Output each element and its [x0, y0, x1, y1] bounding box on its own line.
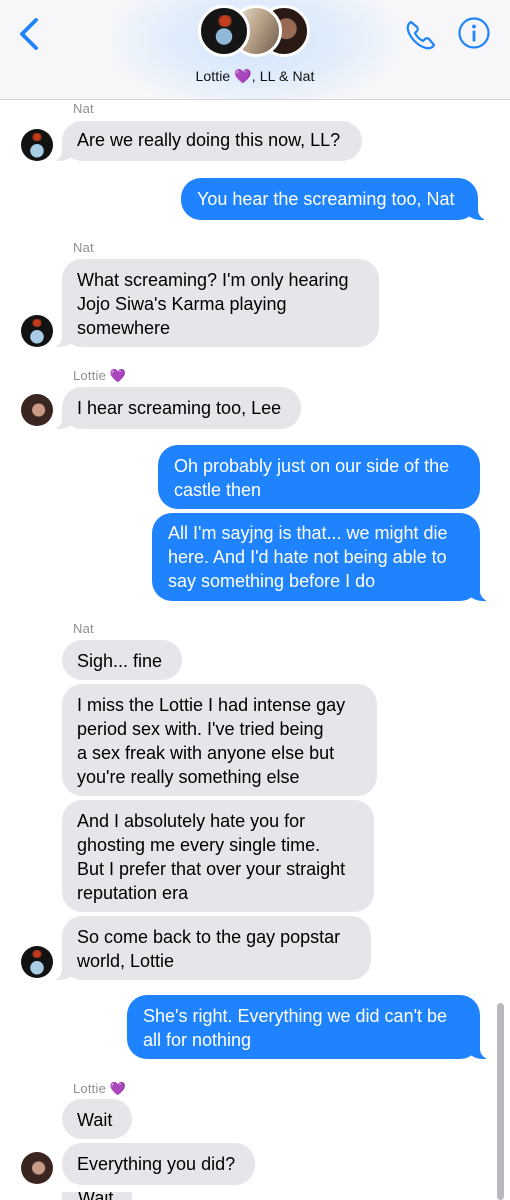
message-bubble[interactable]: What screaming? I'm only hearing Jojo Si…	[52, 259, 379, 347]
scrollbar[interactable]	[497, 1003, 504, 1200]
avatar	[198, 5, 250, 57]
sender-name: Nat	[73, 621, 94, 636]
avatar[interactable]	[21, 394, 53, 426]
sender-name: Nat	[73, 240, 94, 255]
avatar[interactable]	[21, 946, 53, 978]
avatar[interactable]	[21, 1152, 53, 1184]
message-thread[interactable]: Nat Are we really doing this now, LL? Yo…	[0, 0, 510, 1200]
avatar[interactable]	[21, 315, 53, 347]
message-bubble[interactable]: Wait	[62, 1099, 132, 1139]
sender-name: Lottie 💜	[73, 368, 127, 383]
message-bubble[interactable]: I miss the Lottie I had intense gay peri…	[62, 684, 377, 796]
message-bubble[interactable]: So come back to the gay popstar world, L…	[52, 916, 371, 980]
avatar[interactable]	[21, 129, 53, 161]
message-bubble[interactable]: You hear the screaming too, Nat	[181, 178, 488, 220]
message-bubble[interactable]: Oh probably just on our side of the cast…	[158, 445, 480, 509]
message-text: Wait	[78, 1192, 113, 1200]
message-bubble[interactable]: All I'm sayjng is that... we might die h…	[152, 513, 490, 601]
message-bubble[interactable]: Sigh... fine	[62, 640, 182, 680]
sender-name: Nat	[73, 101, 94, 116]
message-bubble[interactable]: She's right. Everything we did can't be …	[127, 995, 490, 1059]
message-bubble[interactable]: Are we really doing this now, LL?	[52, 121, 362, 161]
message-bubble[interactable]: Wait	[62, 1192, 132, 1200]
message-bubble[interactable]: And I absolutely hate you for ghosting m…	[62, 800, 374, 912]
group-avatar-stack[interactable]	[198, 3, 312, 61]
message-bubble[interactable]: Everything you did?	[62, 1143, 255, 1185]
sender-name: Lottie 💜	[73, 1081, 127, 1096]
message-bubble[interactable]: I hear screaming too, Lee	[52, 387, 301, 429]
